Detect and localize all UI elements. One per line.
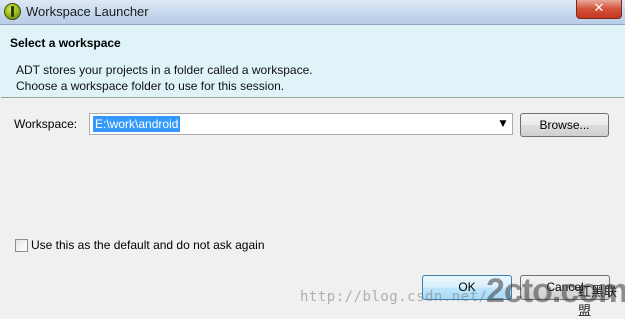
close-button[interactable]: ✕ — [576, 0, 622, 19]
eclipse-icon — [4, 3, 21, 20]
description-line-1: ADT stores your projects in a folder cal… — [16, 63, 313, 77]
title-bar[interactable]: Workspace Launcher ✕ — [0, 0, 625, 25]
default-checkbox-label[interactable]: Use this as the default and do not ask a… — [31, 238, 265, 252]
workspace-combo[interactable]: E:\work\android ▼ — [89, 113, 513, 135]
window-title: Workspace Launcher — [26, 4, 149, 19]
watermark-url: http://blog.csdn.net/ — [300, 289, 488, 305]
dialog-header: Select a workspace ADT stores your proje… — [1, 25, 624, 98]
workspace-label: Workspace: — [14, 117, 78, 131]
default-checkbox[interactable] — [15, 239, 28, 252]
header-title: Select a workspace — [10, 36, 121, 50]
workspace-path-value[interactable]: E:\work\android — [93, 116, 181, 132]
chevron-down-icon[interactable]: ▼ — [497, 118, 509, 130]
browse-button[interactable]: Browse... — [520, 113, 609, 137]
header-description: ADT stores your projects in a folder cal… — [16, 62, 313, 94]
watermark-logo-tail: 红黑联盟 — [578, 285, 618, 319]
description-line-2: Choose a workspace folder to use for thi… — [16, 79, 285, 93]
